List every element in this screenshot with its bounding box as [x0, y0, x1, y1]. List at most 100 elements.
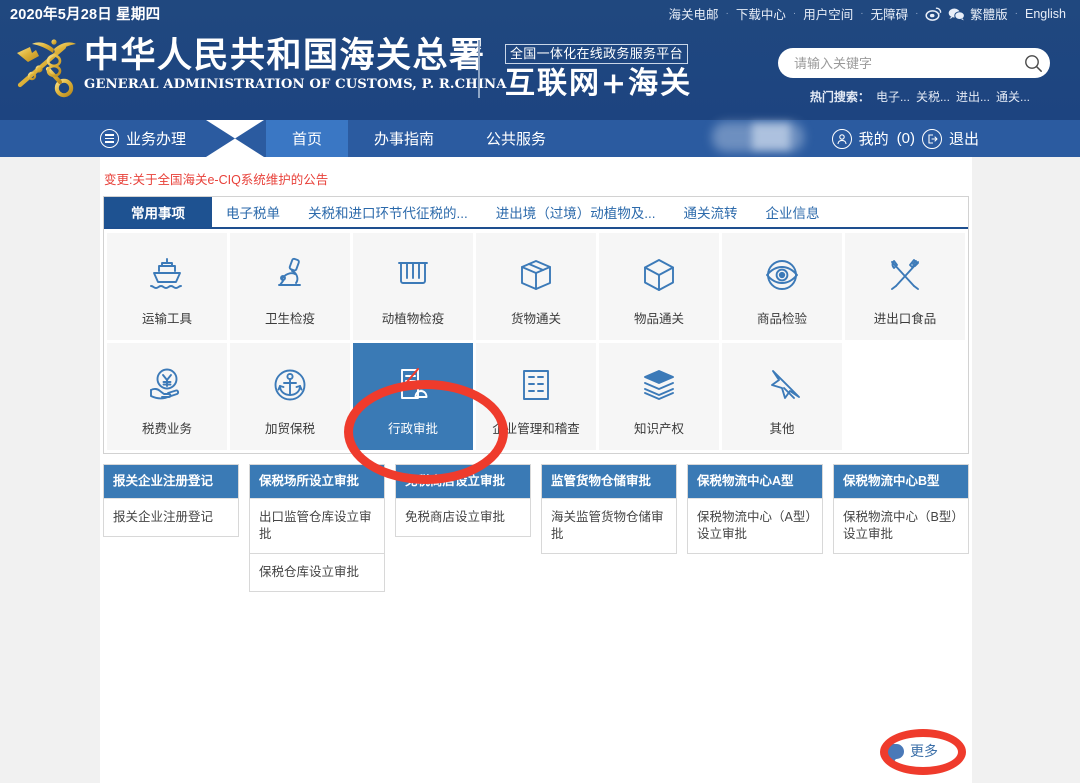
hamburger-circle-icon: [100, 129, 119, 148]
service-tile-goods-clearance[interactable]: 货物通关: [476, 233, 596, 340]
nav-tabs: 首页 办事指南 公共服务: [266, 120, 572, 157]
platform-name: 互联网+海关: [505, 66, 693, 101]
service-tile-import-export-food[interactable]: 进出口食品: [845, 233, 965, 340]
nav-mine-label[interactable]: 我的: [858, 128, 890, 149]
current-date: 2020年5月28日 星期四: [10, 7, 161, 23]
notice-banner[interactable]: 变更:关于全国海关e-CIQ系统维护的公告: [100, 157, 972, 196]
service-tile-health-quarantine[interactable]: 卫生检疫: [230, 233, 350, 340]
service-tile-label: 行政审批: [387, 422, 438, 436]
page-root: 2020年5月28日 星期四 海关电邮 · 下载中心 · 用户空间 · 无障碍 …: [0, 0, 1080, 783]
hot-search-item-0[interactable]: 电子...: [876, 90, 910, 104]
search-box[interactable]: [778, 48, 1050, 78]
card-supervised-goods-storage: 监管货物仓储审批 海关监管货物仓储审批: [541, 464, 677, 554]
tab-clearance-transfer[interactable]: 通关流转: [670, 197, 752, 227]
hot-search-row: 热门搜索： 电子... 关税... 进出... 通关...: [810, 88, 1030, 105]
books-icon: [637, 360, 681, 410]
service-tile-commodity-inspection[interactable]: 商品检验: [722, 233, 842, 340]
toplink-customs-mail[interactable]: 海关电邮: [663, 4, 725, 23]
site-brand[interactable]: 中华人民共和国海关总署 GENERAL ADMINISTRATION OF CU…: [8, 33, 507, 101]
wechat-icon[interactable]: [942, 7, 965, 21]
hot-search-label: 热门搜索：: [809, 90, 870, 104]
building-icon: [514, 360, 558, 410]
service-tile-animal-plant-quarantine[interactable]: 动植物检疫: [353, 233, 473, 340]
anchor-icon: [268, 360, 312, 410]
card-item[interactable]: 报关企业注册登记: [104, 498, 238, 536]
brand-text: 中华人民共和国海关总署 GENERAL ADMINISTRATION OF CU…: [84, 33, 507, 93]
service-tile-label: 企业管理和稽查: [492, 422, 580, 436]
service-tile-label: 加贸保税: [264, 422, 315, 436]
nav-tab-public-service[interactable]: 公共服务: [460, 120, 572, 157]
service-tile-label: 税费业务: [141, 422, 192, 436]
service-tile-label: 知识产权: [633, 422, 684, 436]
microscope-icon: [268, 250, 312, 300]
weibo-icon[interactable]: [919, 7, 942, 21]
service-tile-label: 货物通关: [510, 312, 561, 326]
nav-logout-label[interactable]: 退出: [948, 128, 980, 149]
service-tile-label: 进出口食品: [873, 312, 937, 326]
tab-animal-plant[interactable]: 进出境（过境）动植物及...: [482, 197, 670, 227]
card-bonded-logistics-a: 保税物流中心A型 保税物流中心（A型）设立审批: [687, 464, 823, 554]
service-tile-tax-business[interactable]: 税费业务: [107, 343, 227, 450]
card-item[interactable]: 保税仓库设立审批: [250, 553, 384, 591]
nav-business-label: 业务办理: [126, 131, 187, 148]
nav-user-area: 我的 (0) 退出: [831, 120, 980, 157]
tab-common-items[interactable]: 常用事项: [104, 197, 212, 227]
card-title: 监管货物仓储审批: [542, 465, 676, 498]
nav-notch-decoration: [206, 120, 264, 157]
service-tile-enterprise-management[interactable]: 企业管理和稽查: [476, 343, 596, 450]
service-tile-other[interactable]: 其他: [722, 343, 842, 450]
card-item[interactable]: 保税物流中心（B型）设立审批: [834, 498, 968, 553]
toplink-accessibility[interactable]: 无障碍: [865, 4, 915, 23]
nav-business-menu[interactable]: 业务办理: [100, 120, 200, 157]
service-icon-grid: 运输工具 卫生检疫 动植物检疫 货物通关 物品通关 商品检验 进出口食品 税费业…: [104, 229, 968, 453]
toplink-traditional-chinese[interactable]: 繁體版: [964, 4, 1014, 23]
service-tile-processing-bonded[interactable]: 加贸保税: [230, 343, 350, 450]
tab-e-tax-bill[interactable]: 电子税单: [212, 197, 294, 227]
document-approval-icon: [391, 360, 435, 410]
card-bonded-site-approval: 保税场所设立审批 出口监管仓库设立审批 保税仓库设立审批: [249, 464, 385, 592]
masked-username-overlay: [752, 123, 790, 150]
platform-tagline: 全国一体化在线政务服务平台: [505, 44, 688, 64]
platform-branding: 全国一体化在线政务服务平台 互联网+海关: [505, 44, 692, 102]
service-tile-transport[interactable]: 运输工具: [107, 233, 227, 340]
search-input[interactable]: [778, 55, 1016, 71]
service-tile-label: 卫生检疫: [264, 312, 315, 326]
card-item[interactable]: 免税商店设立审批: [396, 498, 530, 536]
toplink-english[interactable]: English: [1019, 7, 1072, 21]
toplink-user-space[interactable]: 用户空间: [797, 4, 859, 23]
nav-tab-home[interactable]: 首页: [266, 120, 349, 157]
more-button[interactable]: 更多: [885, 741, 938, 762]
card-title: 保税物流中心B型: [834, 465, 968, 498]
services-panel: 常用事项 电子税单 关税和进口环节代征税的... 进出境（过境）动植物及... …: [103, 196, 969, 454]
card-item[interactable]: 出口监管仓库设立审批: [250, 498, 384, 553]
hot-search-item-1[interactable]: 关税...: [916, 90, 950, 104]
hot-search-item-3[interactable]: 通关...: [996, 90, 1030, 104]
tab-tariff-import-tax[interactable]: 关税和进口环节代征税的...: [294, 197, 482, 227]
service-tile-label: 动植物检疫: [381, 312, 445, 326]
logout-circle-icon: [921, 128, 942, 149]
content-wrapper: 变更:关于全国海关e-CIQ系统维护的公告 常用事项 电子税单 关税和进口环节代…: [0, 157, 1080, 783]
nav-tab-guide[interactable]: 办事指南: [348, 120, 460, 157]
brand-title-en: GENERAL ADMINISTRATION OF CUSTOMS, P. R.…: [84, 77, 507, 92]
top-utility-links: 海关电邮 · 下载中心 · 用户空间 · 无障碍 · · · 繁體版 · Eng…: [663, 4, 1072, 23]
service-tile-intellectual-property[interactable]: 知识产权: [599, 343, 719, 450]
pushpin-icon: [760, 360, 804, 410]
more-label: 更多: [910, 743, 938, 759]
brand-title-cn: 中华人民共和国海关总署: [84, 35, 486, 76]
hot-search-item-2[interactable]: 进出...: [956, 90, 990, 104]
search-button[interactable]: [1016, 48, 1050, 78]
hand-yuan-icon: [145, 360, 189, 410]
toplink-download-center[interactable]: 下载中心: [730, 4, 792, 23]
service-tile-label: 物品通关: [633, 312, 684, 326]
service-tile-label: 其他: [769, 422, 795, 436]
card-item[interactable]: 保税物流中心（A型）设立审批: [688, 498, 822, 553]
open-box-icon: [514, 250, 558, 300]
card-item[interactable]: 海关监管货物仓储审批: [542, 498, 676, 553]
speech-bubble-icon: [885, 743, 904, 762]
fork-knife-icon: [883, 250, 927, 300]
tab-enterprise-info[interactable]: 企业信息: [752, 197, 834, 227]
service-tile-administrative-approval[interactable]: 行政审批: [353, 343, 473, 450]
card-duty-free-shop-approval: 免税商店设立审批 免税商店设立审批: [395, 464, 531, 537]
card-declaration-registration: 报关企业注册登记 报关企业注册登记: [103, 464, 239, 537]
service-tile-article-clearance[interactable]: 物品通关: [599, 233, 719, 340]
